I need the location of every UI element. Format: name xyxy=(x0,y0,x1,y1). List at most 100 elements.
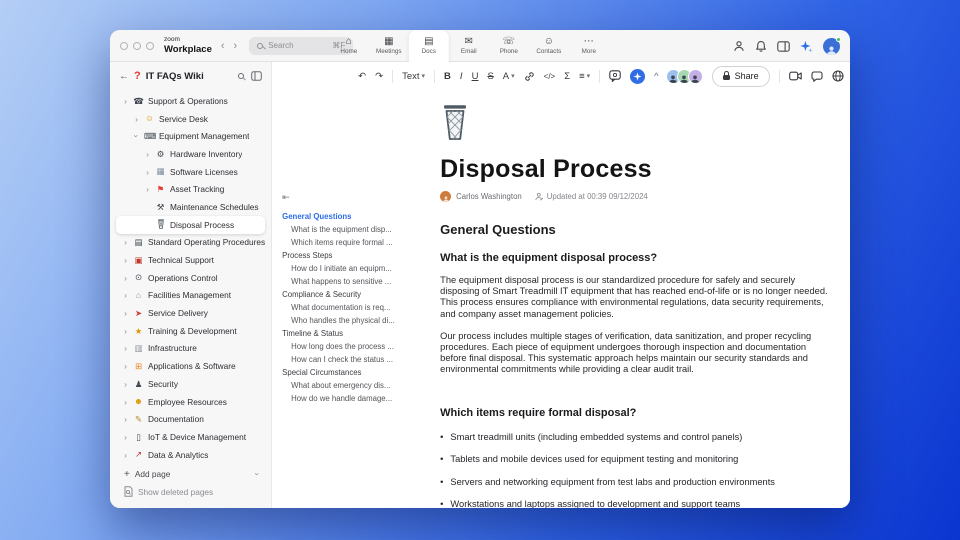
app-tab[interactable]: ✉ Email xyxy=(449,30,489,62)
collapse-toc-icon[interactable]: ⇤ xyxy=(282,192,434,203)
expand-chevron-icon[interactable]: › xyxy=(122,273,129,283)
app-tab[interactable]: ⋯ More xyxy=(569,30,609,62)
sidebar-page-item[interactable]: ⚒ Maintenance Schedules xyxy=(116,198,265,216)
underline-button[interactable]: U xyxy=(472,71,479,82)
toc-item[interactable]: Process Steps xyxy=(282,249,434,262)
back-icon[interactable]: ← xyxy=(119,71,129,82)
sidebar-page-item[interactable]: › ▣ Technical Support xyxy=(116,251,265,269)
minimize-window-button[interactable] xyxy=(133,41,141,50)
expand-chevron-icon[interactable]: › xyxy=(122,450,129,460)
show-deleted-pages-button[interactable]: Show deleted pages xyxy=(116,483,265,501)
text-color-dropdown[interactable]: A ▾ xyxy=(503,71,515,82)
expand-chevron-icon[interactable]: › xyxy=(122,237,129,247)
forward-nav-button[interactable]: › xyxy=(234,40,238,52)
app-tab[interactable]: ☺ Contacts xyxy=(529,30,569,62)
sidebar-page-item[interactable]: › ☎ Support & Operations xyxy=(116,92,265,110)
sidebar-page-item[interactable]: › ⊙ Operations Control xyxy=(116,269,265,287)
toc-item[interactable]: What is the equipment disp... xyxy=(282,223,434,236)
comment-icon[interactable] xyxy=(609,70,621,82)
add-page-button[interactable]: + Add page › xyxy=(116,465,265,483)
text-style-dropdown[interactable]: Text ▾ xyxy=(402,71,425,82)
sidebar-page-item[interactable]: › ⌨ Equipment Management xyxy=(116,127,265,145)
expand-chevron-icon[interactable]: › xyxy=(122,290,129,300)
expand-chevron-icon[interactable]: › xyxy=(144,167,151,177)
expand-chevron-icon[interactable]: › xyxy=(122,414,129,424)
chat-icon[interactable] xyxy=(811,70,823,82)
side-panel-icon[interactable] xyxy=(777,40,790,52)
sidebar-page-item[interactable]: › ✎ Documentation xyxy=(116,410,265,428)
back-nav-button[interactable]: ‹ xyxy=(221,40,225,52)
toc-item[interactable]: Compliance & Security xyxy=(282,288,434,301)
document-scroll-area[interactable]: ⇤ General Questions What is the equipmen… xyxy=(272,90,850,508)
collaborator-avatar[interactable] xyxy=(687,68,703,84)
sidebar-page-item[interactable]: › ▥ Infrastructure xyxy=(116,340,265,358)
maximize-window-button[interactable] xyxy=(146,41,154,50)
bold-button[interactable]: B xyxy=(444,71,451,82)
sidebar-page-item[interactable]: › ⊞ Applications & Software xyxy=(116,357,265,375)
ai-companion-button[interactable] xyxy=(630,68,646,84)
link-icon[interactable] xyxy=(524,71,535,82)
user-avatar[interactable] xyxy=(823,36,841,55)
expand-chevron-icon[interactable]: › xyxy=(122,326,129,336)
undo-icon[interactable]: ↶ xyxy=(358,71,366,82)
toc-item[interactable]: How do we handle damage... xyxy=(282,392,434,405)
collapse-sidebar-icon[interactable] xyxy=(251,71,262,81)
app-tab[interactable]: ▤ Docs xyxy=(408,30,449,62)
close-window-button[interactable] xyxy=(120,41,128,50)
sidebar-page-item[interactable]: › ♟ Security xyxy=(116,375,265,393)
expand-chevron-icon[interactable]: › xyxy=(122,96,129,106)
sidebar-page-item[interactable]: › ⌂ Facilities Management xyxy=(116,287,265,305)
sidebar-page-item[interactable]: › ☺ Service Desk xyxy=(116,110,265,128)
italic-button[interactable]: I xyxy=(460,71,463,82)
toc-item[interactable]: What happens to sensitive ... xyxy=(282,275,434,288)
sidebar-page-item[interactable]: › ★ Training & Development xyxy=(116,322,265,340)
app-tab[interactable]: ▦ Meetings xyxy=(369,30,409,62)
equation-icon[interactable]: Σ xyxy=(564,71,570,82)
app-tab[interactable]: ⌂ Home xyxy=(329,30,369,62)
expand-chevron-icon[interactable]: › xyxy=(132,133,142,140)
sidebar-search-icon[interactable] xyxy=(238,73,245,79)
expand-chevron-icon[interactable]: › xyxy=(122,343,129,353)
toc-item[interactable]: General Questions xyxy=(282,210,434,223)
toc-item[interactable]: What documentation is req... xyxy=(282,301,434,314)
strikethrough-button[interactable]: S xyxy=(487,71,493,82)
toc-item[interactable]: What about emergency dis... xyxy=(282,379,434,392)
share-button[interactable]: Share xyxy=(711,65,770,87)
toc-item[interactable]: How long does the process ... xyxy=(282,340,434,353)
sidebar-page-item[interactable]: › ⚑ Asset Tracking xyxy=(116,180,265,198)
code-icon[interactable]: </> xyxy=(544,72,556,81)
collapse-toolbar-icon[interactable]: ^ xyxy=(654,71,658,82)
sidebar-page-item[interactable]: › ▯ IoT & Device Management xyxy=(116,428,265,446)
sidebar-page-item[interactable]: Disposal Process xyxy=(116,215,266,234)
sidebar-page-item[interactable]: › ▤ Standard Operating Procedures xyxy=(116,234,265,252)
expand-chevron-icon[interactable]: › xyxy=(122,432,129,442)
sidebar-page-item[interactable]: › ➤ Service Delivery xyxy=(116,304,265,322)
add-page-chevron-icon[interactable]: › xyxy=(253,473,263,476)
sidebar-page-item[interactable]: › ↗ Data & Analytics xyxy=(116,446,265,464)
sidebar-page-item[interactable]: › ▦ Software Licenses xyxy=(116,163,265,181)
video-call-icon[interactable] xyxy=(788,71,802,81)
app-tab[interactable]: ☏ Phone xyxy=(489,30,529,62)
sidebar-page-item[interactable]: › ☻ Employee Resources xyxy=(116,393,265,411)
expand-chevron-icon[interactable]: › xyxy=(122,361,129,371)
profile-icon[interactable] xyxy=(733,40,745,52)
sidebar-page-item[interactable]: › ⚙ Hardware Inventory xyxy=(116,145,265,163)
expand-chevron-icon[interactable]: › xyxy=(144,184,151,194)
toc-item[interactable]: Timeline & Status xyxy=(282,327,434,340)
redo-icon[interactable]: ↷ xyxy=(375,71,383,82)
toc-item[interactable]: How can I check the status ... xyxy=(282,353,434,366)
toc-item[interactable]: How do I initiate an equipm... xyxy=(282,262,434,275)
expand-chevron-icon[interactable]: › xyxy=(144,149,151,159)
list-format-dropdown[interactable]: ≡ ▾ xyxy=(579,71,590,82)
notifications-bell-icon[interactable] xyxy=(755,40,767,52)
document-title[interactable]: Disposal Process xyxy=(440,155,832,184)
toc-item[interactable]: Which items require formal ... xyxy=(282,236,434,249)
toc-item[interactable]: Who handles the physical di... xyxy=(282,314,434,327)
expand-chevron-icon[interactable]: › xyxy=(133,114,140,124)
expand-chevron-icon[interactable]: › xyxy=(122,397,129,407)
expand-chevron-icon[interactable]: › xyxy=(122,379,129,389)
expand-chevron-icon[interactable]: › xyxy=(122,308,129,318)
ai-companion-icon[interactable] xyxy=(800,40,813,53)
toc-item[interactable]: Special Circumstances xyxy=(282,366,434,379)
expand-chevron-icon[interactable]: › xyxy=(122,255,129,265)
